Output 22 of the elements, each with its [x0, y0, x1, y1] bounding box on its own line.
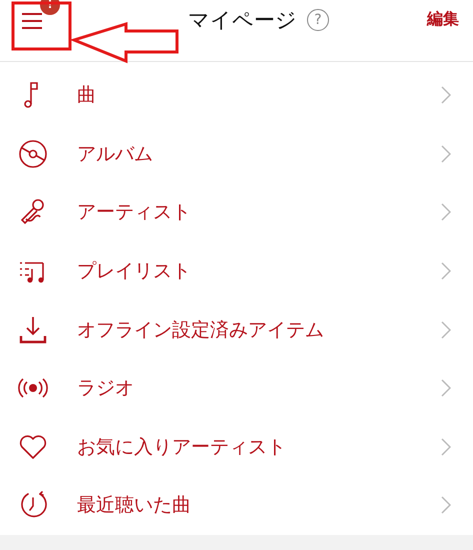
chevron-icon [441, 86, 451, 104]
list-item[interactable]: アルバム [0, 124, 473, 184]
chevron-icon [441, 144, 451, 163]
chevron-icon [441, 438, 451, 456]
list-item[interactable]: アーティスト [0, 183, 473, 242]
disc-icon [17, 138, 49, 170]
list-item[interactable]: オフライン設定済みアイテム [0, 300, 473, 359]
list-item[interactable]: プレイリスト [0, 242, 473, 300]
menu-icon[interactable] [20, 12, 44, 30]
list-item[interactable]: ラジオ [0, 358, 473, 418]
page-title: マイページ [188, 6, 297, 34]
help-button[interactable]: ? [307, 8, 329, 30]
chevron-icon [441, 379, 451, 398]
edit-button[interactable]: 編集 [427, 9, 459, 30]
chevron-icon [441, 262, 451, 280]
chevron-icon [441, 320, 451, 339]
chevron-icon [441, 203, 451, 222]
list-item[interactable]: 最近聴いた曲 [0, 476, 473, 535]
chevron-icon [441, 496, 451, 514]
list-item[interactable]: お気に入りアーティスト [0, 418, 473, 476]
list-item[interactable]: 曲 [0, 66, 473, 125]
highlight-frame [12, 2, 72, 50]
